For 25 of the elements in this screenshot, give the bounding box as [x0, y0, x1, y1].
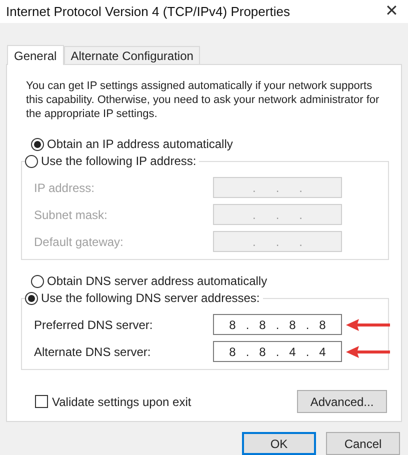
radio-button[interactable] [31, 138, 44, 151]
dialog-button[interactable]: OK [242, 432, 316, 455]
field-label: IP address: [34, 180, 94, 197]
radio-button[interactable] [31, 274, 44, 288]
radio-button[interactable] [25, 292, 38, 305]
tab[interactable]: General [7, 45, 64, 66]
field-label: Alternate DNS server: [34, 344, 151, 361]
radio-button[interactable] [25, 154, 38, 168]
field-label: Preferred DNS server: [34, 316, 153, 334]
field-label: Default gateway: [34, 234, 124, 251]
tab[interactable]: Alternate Configuration [64, 46, 200, 64]
radio-label: Use the following IP address: [41, 153, 196, 170]
advanced-button[interactable]: Advanced... [297, 390, 387, 414]
checkbox-label: Validate settings upon exit [52, 394, 192, 411]
radio-label: Use the following DNS server addresses: [41, 290, 260, 308]
close-button[interactable]: ✕ [385, 4, 398, 20]
description-text: You can get IP settings assigned automatically if your network supports this capability. Otherwise, you need to ask your network administrator for the appropriate IP settings. [25, 79, 380, 122]
radio-label: Obtain DNS server address automatically [47, 273, 268, 290]
window-title: Internet Protocol Version 4 (TCP/IPv4) Properties [6, 2, 290, 21]
radio-label: Obtain an IP address automatically [47, 136, 233, 154]
checkbox[interactable] [35, 395, 48, 408]
ip-address-field[interactable]: 8 . 8 . 8 . 8 [213, 314, 342, 336]
ip-address-field[interactable]: 8 . 8 . 4 . 4 [213, 341, 342, 362]
field-label: Subnet mask: [34, 206, 108, 224]
dialog-button[interactable]: Cancel [326, 432, 400, 455]
